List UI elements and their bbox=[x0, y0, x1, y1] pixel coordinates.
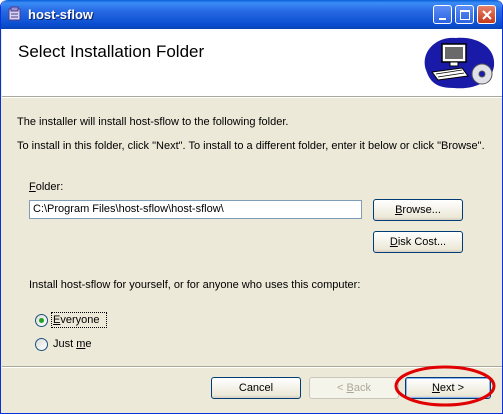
intro-text: The installer will install host-sflow to… bbox=[17, 116, 289, 128]
everyone-label[interactable]: Everyone bbox=[53, 314, 99, 326]
header-divider bbox=[2, 96, 502, 98]
browse-button[interactable]: Browse... bbox=[373, 199, 463, 221]
window-title: host-sflow bbox=[28, 7, 93, 22]
page-title: Select Installation Folder bbox=[18, 42, 205, 61]
folder-path-input[interactable]: C:\Program Files\host-sflow\host-sflow\ bbox=[29, 200, 362, 219]
back-button[interactable]: < Back bbox=[309, 377, 399, 399]
maximize-button[interactable] bbox=[455, 5, 474, 24]
close-button[interactable] bbox=[477, 5, 496, 24]
installer-app-icon bbox=[8, 6, 21, 21]
header-banner: Select Installation Folder bbox=[2, 29, 502, 96]
install-for-prompt: Install host-sflow for yourself, or for … bbox=[29, 279, 361, 291]
title-bar[interactable]: host-sflow bbox=[1, 0, 502, 29]
installer-window: host-sflow Select Installation Folder Th… bbox=[0, 0, 503, 414]
just-me-label[interactable]: Just me bbox=[53, 338, 92, 350]
just-me-radio-option[interactable]: Just me bbox=[35, 338, 115, 352]
highlight-circle-annotation bbox=[394, 365, 496, 407]
close-icon bbox=[482, 10, 492, 20]
computer-install-icon bbox=[424, 37, 495, 89]
folder-label: Folder: bbox=[29, 181, 64, 193]
maximize-icon bbox=[460, 10, 470, 20]
minimize-icon bbox=[439, 18, 446, 20]
everyone-radio[interactable] bbox=[35, 314, 48, 327]
instruction-text: To install in this folder, click "Next".… bbox=[17, 140, 485, 152]
just-me-radio[interactable] bbox=[35, 338, 48, 351]
radio-selected-dot bbox=[39, 318, 44, 323]
minimize-button[interactable] bbox=[433, 5, 452, 24]
disk-cost-button[interactable]: Disk Cost... bbox=[373, 231, 463, 253]
everyone-radio-option[interactable]: Everyone bbox=[35, 312, 115, 328]
cancel-button[interactable]: Cancel bbox=[211, 377, 301, 399]
